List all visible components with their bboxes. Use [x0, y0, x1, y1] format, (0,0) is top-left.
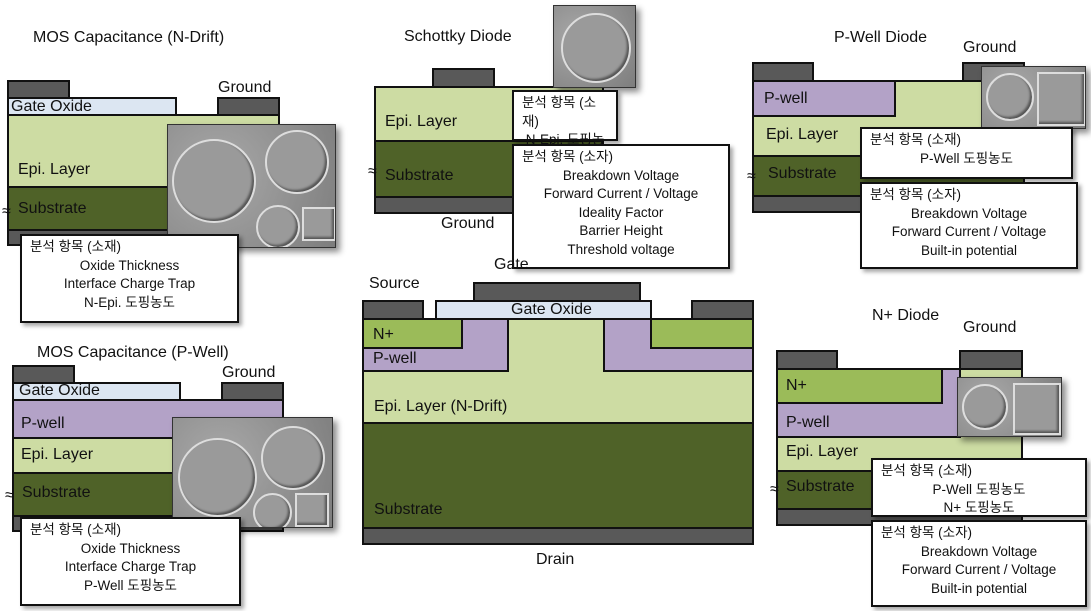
- box-item: Oxide Thickness: [80, 540, 181, 556]
- substrate-label: Substrate: [22, 484, 91, 501]
- gate-metal: [473, 282, 641, 302]
- box-item: Interface Charge Trap: [63, 276, 196, 291]
- analysis-box-material: 분석 항목 (소재) N-Epi. 도핑농도: [512, 90, 618, 166]
- box-item: N+ 도핑농도: [943, 500, 1015, 515]
- schottky-title: Schottky Diode: [404, 28, 512, 45]
- box-item: P-Well 도핑농도: [84, 577, 177, 593]
- analysis-box-material: 분석 항목 (소재) P-Well 도핑농도 N+ 도핑농도: [871, 458, 1087, 517]
- box-item: N-Epi. 도핑농도: [84, 294, 175, 310]
- analysis-box-material: 분석 항목 (소재) P-Well 도핑농도: [860, 127, 1073, 179]
- ground-label: Ground: [963, 39, 1017, 56]
- box-header: 분석 항목 (소재): [30, 239, 122, 254]
- box-item: Oxide Thickness: [79, 257, 180, 273]
- substrate-label: Substrate: [374, 501, 443, 518]
- epi-label: Epi. Layer (N-Drift): [374, 398, 508, 415]
- box-item: P-Well 도핑농도: [932, 481, 1026, 497]
- box-item: Interface Charge Trap: [64, 559, 197, 574]
- box-header: 분석 항목 (소자): [881, 525, 973, 540]
- nplus-label: N+: [373, 326, 394, 343]
- box-header: 분석 항목 (소자): [870, 187, 962, 202]
- ground-label: Ground: [222, 364, 276, 381]
- substrate-label: Substrate: [18, 200, 87, 217]
- box-item: Breakdown Voltage: [920, 543, 1038, 559]
- epi-label: Epi. Layer: [18, 161, 91, 178]
- mos-pwell-title: MOS Capacitance (P-Well): [37, 344, 229, 361]
- mos-ndrift-title: MOS Capacitance (N-Drift): [33, 29, 225, 46]
- break-symbol: ≈: [747, 168, 756, 185]
- anode-metal: [776, 350, 838, 370]
- box-header: 분석 항목 (소재): [30, 522, 122, 537]
- box-header: 분석 항목 (소재): [522, 95, 597, 129]
- break-symbol: ≈: [5, 487, 14, 504]
- device-micrograph: [957, 377, 1062, 437]
- box-item: Barrier Height: [579, 223, 663, 238]
- device-micrograph: [553, 5, 636, 88]
- pwell-label: P-well: [373, 350, 417, 367]
- box-item: Breakdown Voltage: [910, 205, 1028, 221]
- epi-label: Epi. Layer: [786, 443, 859, 460]
- box-item: Forward Current / Voltage: [901, 562, 1057, 577]
- source-label: Source: [369, 275, 420, 292]
- epi-label: Epi. Layer: [766, 126, 839, 143]
- drain-metal: [362, 527, 754, 545]
- epi-label: Epi. Layer: [385, 113, 458, 130]
- pwell-label: P-well: [21, 415, 65, 432]
- nplus-label: N+: [786, 377, 807, 394]
- box-item: P-Well 도핑농도: [920, 150, 1013, 166]
- analysis-box-material: 분석 항목 (소재) Oxide Thickness Interface Cha…: [20, 517, 241, 606]
- epi-label: Epi. Layer: [21, 446, 94, 463]
- gate-oxide-label: Gate Oxide: [511, 301, 592, 318]
- anode-metal: [752, 62, 814, 82]
- gate-label: Gate: [494, 256, 529, 273]
- device-micrograph: [981, 66, 1086, 129]
- gate-oxide-label: Gate Oxide: [19, 382, 100, 399]
- box-header: 분석 항목 (소재): [870, 132, 962, 147]
- device-micrograph: [172, 417, 333, 528]
- pwell-diode-title: P-Well Diode: [834, 29, 928, 46]
- ground-label: Ground: [218, 79, 272, 96]
- ground-label: Ground: [441, 215, 495, 232]
- device-micrograph: [167, 124, 336, 248]
- pwell-label: P-well: [786, 414, 830, 431]
- analysis-box-device: 분석 항목 (소자) Breakdown Voltage Forward Cur…: [512, 144, 730, 269]
- substrate-label: Substrate: [385, 167, 454, 184]
- box-item: Built-in potential: [930, 580, 1028, 596]
- box-item: Forward Current / Voltage: [543, 186, 699, 201]
- break-symbol: ≈: [2, 203, 11, 220]
- break-symbol: ≈: [770, 481, 779, 498]
- ground-label: Ground: [963, 319, 1017, 336]
- box-item: Built-in potential: [920, 242, 1018, 258]
- anode-metal: [432, 68, 495, 88]
- source-metal-right: [691, 300, 754, 320]
- substrate-label: Substrate: [786, 478, 855, 495]
- nplus-diode-title: N+ Diode: [872, 307, 940, 324]
- box-header: 분석 항목 (소자): [522, 149, 614, 164]
- analysis-box-device: 분석 항목 (소자) Breakdown Voltage Forward Cur…: [860, 182, 1078, 269]
- drain-label: Drain: [536, 551, 575, 568]
- diagram: MOS Capacitance (N-Drift) Gate Oxide Gro…: [0, 0, 1091, 611]
- ground-metal: [959, 350, 1023, 370]
- box-header: 분석 항목 (소재): [881, 463, 973, 478]
- box-item: Threshold voltage: [567, 241, 675, 257]
- substrate-label: Substrate: [768, 165, 837, 182]
- analysis-box-material: 분석 항목 (소재) Oxide Thickness Interface Cha…: [20, 234, 239, 323]
- source-metal-left: [362, 300, 424, 320]
- nplus-right: [650, 318, 754, 349]
- break-symbol: ≈: [368, 163, 377, 180]
- box-item: Breakdown Voltage: [562, 167, 680, 183]
- box-item: Ideality Factor: [578, 204, 664, 220]
- analysis-box-device: 분석 항목 (소자) Breakdown Voltage Forward Cur…: [871, 520, 1087, 607]
- pwell-label: P-well: [764, 90, 808, 107]
- box-item: Forward Current / Voltage: [891, 224, 1047, 239]
